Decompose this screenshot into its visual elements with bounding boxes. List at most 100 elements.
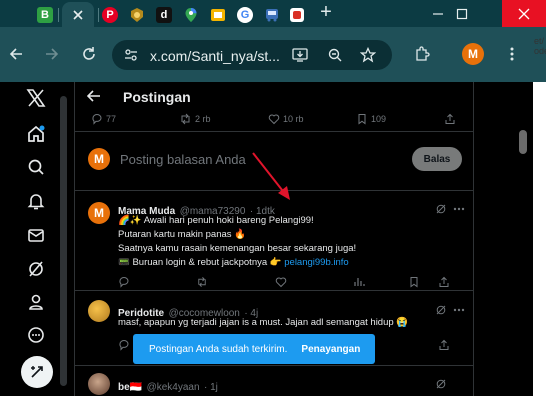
- tab-google[interactable]: G: [236, 2, 254, 27]
- post-actions: [118, 276, 458, 288]
- post-header: be🇮🇩 @kek4yaan · 1j: [118, 377, 218, 395]
- nav-profile[interactable]: [24, 290, 48, 314]
- share-icon[interactable]: [438, 339, 450, 351]
- home-icon: [28, 125, 45, 142]
- bookmark-count-label: 109: [371, 114, 387, 124]
- back-button[interactable]: [6, 44, 26, 64]
- thread-header: Postingan: [75, 82, 473, 110]
- tab-maps[interactable]: [182, 2, 200, 27]
- url-text: x.com/Santi_nya/st...: [150, 48, 280, 64]
- forward-button[interactable]: [42, 44, 62, 64]
- extensions-button[interactable]: [412, 44, 432, 64]
- profile-avatar[interactable]: M: [462, 43, 484, 65]
- repost-count[interactable]: 2 rb: [179, 113, 211, 125]
- tab-app[interactable]: [288, 2, 306, 27]
- adjacent-window-edge: et/ ode: [533, 36, 546, 396]
- zoom-icon[interactable]: [327, 47, 343, 63]
- author-name[interactable]: be🇮🇩: [118, 382, 142, 393]
- reload-button[interactable]: [79, 44, 99, 64]
- blogger-icon: B: [37, 6, 53, 23]
- emblem-icon: [131, 7, 143, 22]
- nav-grok[interactable]: [24, 257, 48, 281]
- app-icon: [290, 7, 304, 22]
- close-icon[interactable]: [72, 9, 84, 21]
- toast-notification: Postingan Anda sudah terkirim. Penayanga…: [133, 334, 375, 364]
- left-nav: [0, 82, 62, 396]
- slides-icon: [211, 8, 225, 21]
- tab-divider: [58, 8, 59, 22]
- close-icon: [518, 8, 530, 19]
- heart-icon[interactable]: [275, 276, 287, 288]
- nav-notifications[interactable]: [24, 189, 48, 213]
- nav-more[interactable]: [24, 323, 48, 347]
- bookmark-star-icon[interactable]: [360, 47, 376, 63]
- adjacent-text: et/: [534, 36, 545, 46]
- tab-bus[interactable]: [263, 2, 281, 27]
- adjacent-text: ode: [534, 46, 546, 56]
- tab-pinterest[interactable]: P: [101, 2, 119, 27]
- bookmark-icon: [358, 114, 366, 125]
- reply-icon[interactable]: [118, 276, 130, 288]
- post-link[interactable]: pelangi99b.info: [284, 257, 348, 268]
- tiktok-icon: d: [156, 6, 172, 23]
- avatar[interactable]: M: [88, 202, 110, 224]
- address-bar[interactable]: x.com/Santi_nya/st...: [112, 40, 392, 70]
- reply-icon[interactable]: [118, 339, 130, 351]
- maximize-button[interactable]: [440, 0, 484, 27]
- compose-post-button[interactable]: [21, 356, 53, 388]
- bookmark-count[interactable]: 109: [356, 113, 386, 125]
- feed-scrollbar[interactable]: [60, 96, 67, 386]
- repost-count-label: 2 rb: [195, 114, 211, 124]
- more-icon[interactable]: [453, 207, 465, 211]
- page-scrollbar-thumb[interactable]: [519, 130, 527, 154]
- heart-icon: [268, 114, 280, 125]
- grok-icon[interactable]: [435, 203, 447, 215]
- nav-x-logo[interactable]: [24, 86, 48, 110]
- avatar[interactable]: [88, 373, 110, 395]
- maximize-icon: [456, 8, 468, 19]
- toast-view-button[interactable]: Penayangan: [301, 344, 360, 355]
- tab-active[interactable]: [62, 2, 94, 27]
- post-stats: 77 2 rb 10 rb 109: [75, 110, 473, 132]
- avatar[interactable]: [88, 300, 110, 322]
- grok-icon[interactable]: [435, 304, 447, 316]
- post-time[interactable]: · 1j: [204, 382, 218, 393]
- post-text-line: Saatnya kamu rasain kemenangan besar sek…: [118, 243, 357, 254]
- search-icon: [28, 159, 44, 175]
- tab-blogger[interactable]: B: [36, 2, 54, 27]
- reply-count[interactable]: 77: [91, 113, 116, 125]
- reply-button[interactable]: Balas: [412, 147, 462, 171]
- like-count[interactable]: 10 rb: [268, 113, 304, 125]
- install-app-icon[interactable]: [292, 47, 308, 63]
- tab-emblem[interactable]: [128, 2, 146, 27]
- list-item[interactable]: M Mama Muda @mama73290 · 1dtk 🌈✨ Awali h…: [75, 192, 473, 291]
- avatar[interactable]: M: [88, 148, 110, 170]
- nav-home[interactable]: [24, 122, 48, 146]
- tab-slides[interactable]: [209, 2, 227, 27]
- post-text-line: Putaran kartu makin panas 🔥: [118, 229, 247, 240]
- share-icon[interactable]: [444, 113, 456, 125]
- post-text-line: 📟 Buruan login & rebut jackpotnya 👉 pela…: [118, 256, 349, 270]
- list-item[interactable]: be🇮🇩 @kek4yaan · 1j: [75, 367, 473, 396]
- new-tab-button[interactable]: +: [316, 2, 336, 23]
- grok-icon[interactable]: [435, 378, 447, 390]
- nav-messages[interactable]: [24, 223, 48, 247]
- more-icon[interactable]: [453, 308, 465, 312]
- reply-input[interactable]: Posting balasan Anda: [120, 152, 246, 167]
- author-handle[interactable]: @kek4yaan: [147, 382, 200, 393]
- repost-icon: [181, 113, 190, 125]
- maps-icon: [185, 7, 197, 22]
- nav-explore[interactable]: [24, 155, 48, 179]
- views-icon[interactable]: [353, 276, 365, 288]
- post-text-line: masf, apapun yg terjadi jajan is a must.…: [118, 317, 409, 328]
- back-arrow-icon[interactable]: [87, 90, 101, 102]
- repost-icon[interactable]: [196, 276, 208, 288]
- site-info-icon[interactable]: [124, 48, 138, 62]
- google-icon: G: [237, 6, 253, 23]
- post-text-line: 🌈✨ Awali hari penuh hoki bareng Pelangi9…: [118, 215, 314, 226]
- window-close-button[interactable]: [502, 0, 546, 27]
- share-icon[interactable]: [438, 276, 450, 288]
- menu-button[interactable]: [502, 44, 522, 64]
- tab-tiktok[interactable]: d: [155, 2, 173, 27]
- bookmark-icon[interactable]: [408, 276, 420, 288]
